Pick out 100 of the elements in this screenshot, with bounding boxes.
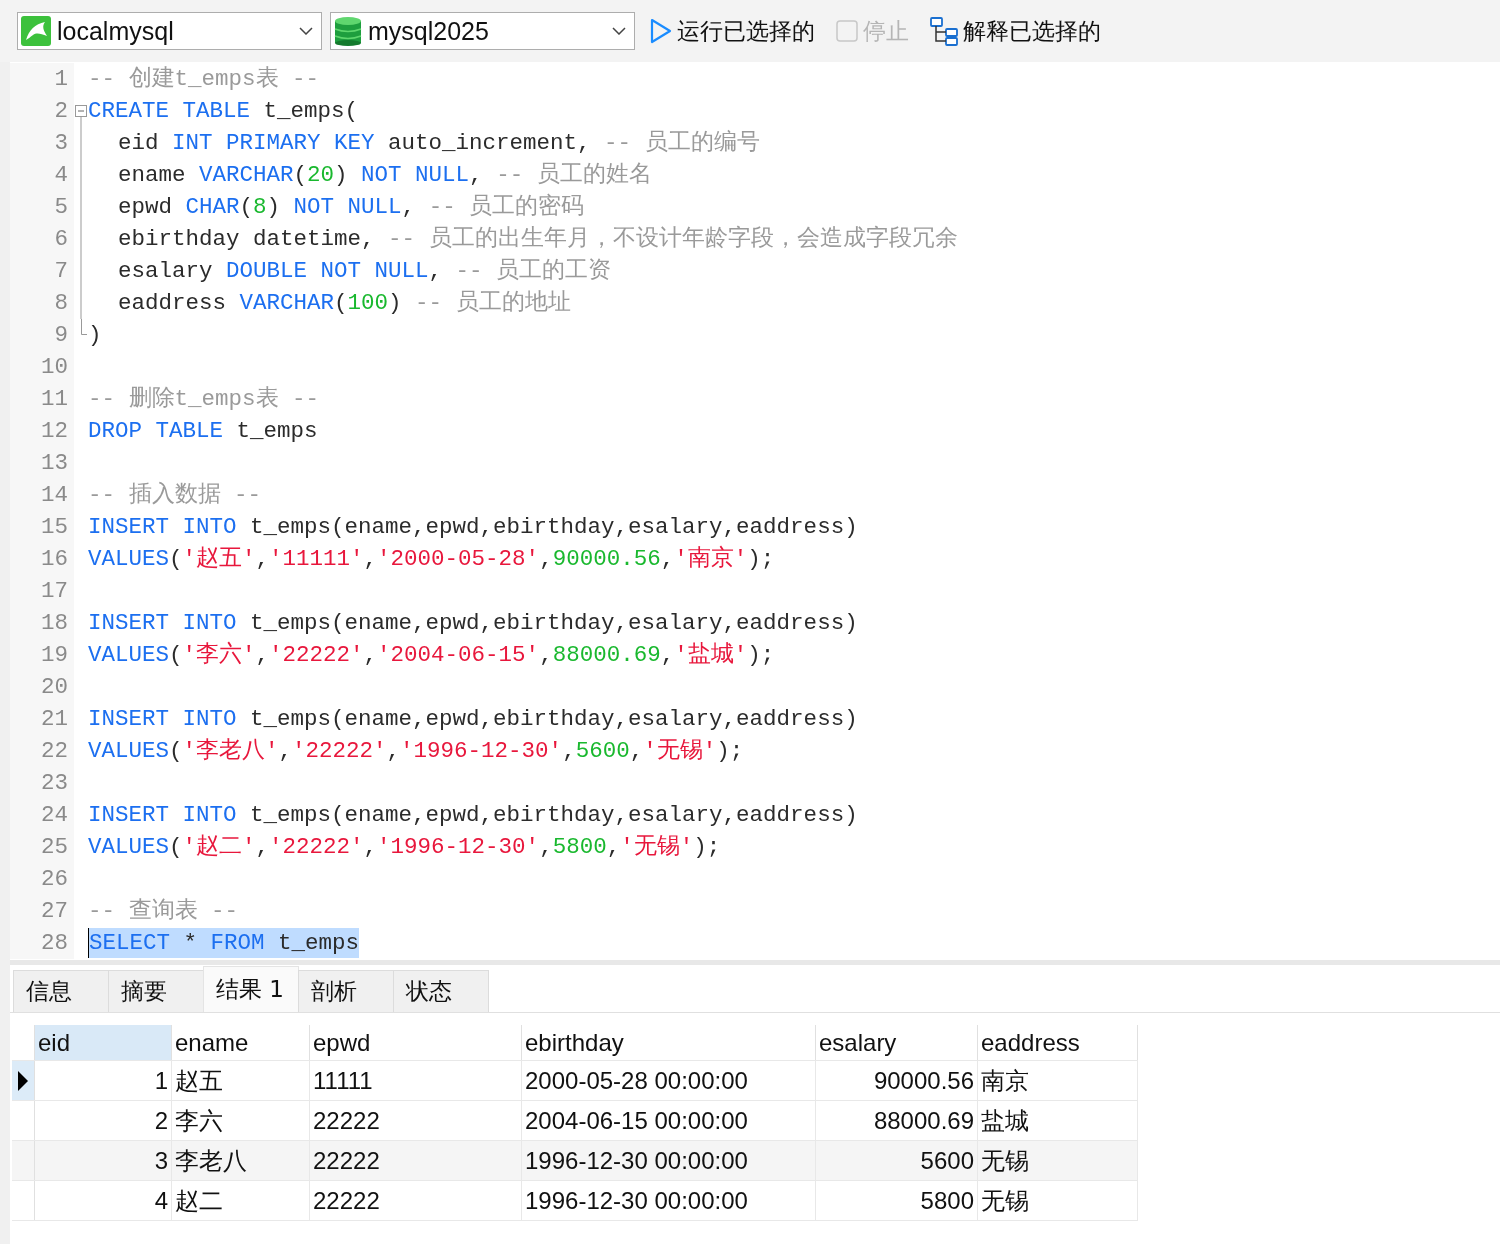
- code-string: '22222': [269, 834, 364, 860]
- table-cell: 李六: [172, 1101, 310, 1140]
- caret-icon: [299, 27, 313, 35]
- code-text: );: [716, 738, 744, 764]
- table-cell: 无锡: [978, 1141, 1138, 1180]
- column-header[interactable]: esalary: [816, 1025, 978, 1060]
- line-number: 27: [10, 895, 74, 927]
- column-header[interactable]: eaddress: [978, 1025, 1138, 1060]
- code-text: (: [169, 642, 183, 668]
- code-text: ,: [606, 834, 621, 860]
- code-keyword: INT PRIMARY KEY: [172, 130, 375, 156]
- column-header[interactable]: ebirthday: [522, 1025, 816, 1060]
- column-header[interactable]: epwd: [310, 1025, 522, 1060]
- code-comment: -- 员工的工资: [455, 258, 612, 284]
- explain-selected-button[interactable]: 解释已选择的: [923, 15, 1107, 47]
- run-selected-button[interactable]: 运行已选择的: [643, 15, 821, 47]
- result-tab[interactable]: 结果 1: [203, 966, 299, 1012]
- result-tab[interactable]: 信息: [13, 970, 109, 1012]
- code-keyword: INSERT INTO: [88, 802, 237, 828]
- code-text: );: [693, 834, 721, 860]
- code-keyword: FROM: [210, 930, 265, 956]
- code-keyword: CHAR: [185, 194, 240, 220]
- code-text: ): [88, 322, 102, 348]
- code-text: ,: [255, 834, 270, 860]
- result-tab[interactable]: 剖析: [298, 970, 394, 1012]
- code-string: '无锡': [643, 738, 717, 764]
- code-text: ,: [428, 258, 444, 284]
- code-text: ,: [539, 546, 553, 572]
- code-keyword: CREATE TABLE: [88, 98, 251, 124]
- code-text: t_emps(: [262, 98, 359, 124]
- caret-icon: [612, 27, 626, 35]
- code-text: esalary: [118, 258, 214, 284]
- line-number: 8: [10, 287, 74, 319]
- code-text: );: [747, 642, 775, 668]
- table-cell: 11111: [310, 1061, 522, 1100]
- code-text: *: [182, 930, 199, 956]
- code-text: ,: [660, 642, 675, 668]
- code-text: ,: [363, 546, 378, 572]
- code-keyword: VALUES: [88, 738, 169, 764]
- code-number: 100: [347, 290, 389, 316]
- code-string: '22222': [292, 738, 387, 764]
- code-keyword: NOT NULL: [293, 194, 402, 220]
- code-string: '南京': [674, 546, 748, 572]
- table-cell: 90000.56: [816, 1061, 978, 1100]
- line-number: 12: [10, 415, 74, 447]
- code-text: ,: [363, 834, 378, 860]
- line-number: 10: [10, 351, 74, 383]
- line-number: 1: [10, 63, 74, 95]
- line-number: 24: [10, 799, 74, 831]
- code-text: t_emps(ename,epwd,ebirthday,esalary,eaddress): [249, 514, 858, 540]
- table-cell: 2: [35, 1101, 172, 1140]
- line-number: 21: [10, 703, 74, 735]
- code-comment: -- 删除t_emps表 --: [88, 386, 320, 412]
- code-comment: -- 创建t_emps表 --: [88, 66, 320, 92]
- line-number: 11: [10, 383, 74, 415]
- code-text: ,: [539, 834, 553, 860]
- table-cell: 22222: [310, 1141, 522, 1180]
- line-number: 16: [10, 543, 74, 575]
- code-text: t_emps(ename,epwd,ebirthday,esalary,eaddress): [249, 802, 858, 828]
- line-number: 28: [10, 927, 74, 959]
- code-keyword: VALUES: [88, 834, 169, 860]
- stop-icon: [835, 19, 859, 43]
- table-cell: 5600: [816, 1141, 978, 1180]
- result-tab[interactable]: 摘要: [108, 970, 204, 1012]
- table-cell: 22222: [310, 1181, 522, 1220]
- line-number: 17: [10, 575, 74, 607]
- connection-dropdown[interactable]: localmysql: [17, 12, 322, 50]
- line-number: 3: [10, 127, 74, 159]
- line-number: 18: [10, 607, 74, 639]
- code-comment: -- 员工的姓名: [496, 162, 652, 188]
- column-header[interactable]: ename: [172, 1025, 310, 1060]
- code-text: (: [293, 162, 308, 188]
- line-number: 25: [10, 831, 74, 863]
- column-header[interactable]: eid: [35, 1025, 172, 1060]
- code-string: '1996-12-30': [377, 834, 540, 860]
- code-number: 90000.56: [552, 546, 661, 572]
- code-number: 5800: [552, 834, 607, 860]
- code-keyword: NOT NULL: [361, 162, 470, 188]
- code-text: eaddress: [118, 290, 228, 316]
- code-text: ,: [539, 642, 553, 668]
- code-text: t_emps: [235, 418, 318, 444]
- code-text: epwd: [118, 194, 173, 220]
- line-number: 20: [10, 671, 74, 703]
- table-cell: 5800: [816, 1181, 978, 1220]
- code-string: '赵五': [182, 546, 256, 572]
- table-cell: 无锡: [978, 1181, 1138, 1220]
- code-text: (: [169, 546, 183, 572]
- code-comment: -- 插入数据 --: [88, 482, 261, 508]
- code-keyword: VARCHAR: [239, 290, 335, 316]
- line-number: 26: [10, 863, 74, 895]
- database-icon: [334, 16, 362, 46]
- table-cell: 2000-05-28 00:00:00: [522, 1061, 816, 1100]
- code-comment: -- 员工的编号: [604, 130, 760, 156]
- result-tab[interactable]: 状态: [393, 970, 489, 1012]
- line-number: 9: [10, 319, 74, 351]
- code-keyword: DOUBLE NOT NULL: [226, 258, 429, 284]
- code-keyword: SELECT: [89, 930, 170, 956]
- database-dropdown[interactable]: mysql2025: [330, 12, 635, 50]
- code-text: t_emps(ename,epwd,ebirthday,esalary,eaddress): [249, 610, 858, 636]
- code-keyword: VARCHAR: [199, 162, 294, 188]
